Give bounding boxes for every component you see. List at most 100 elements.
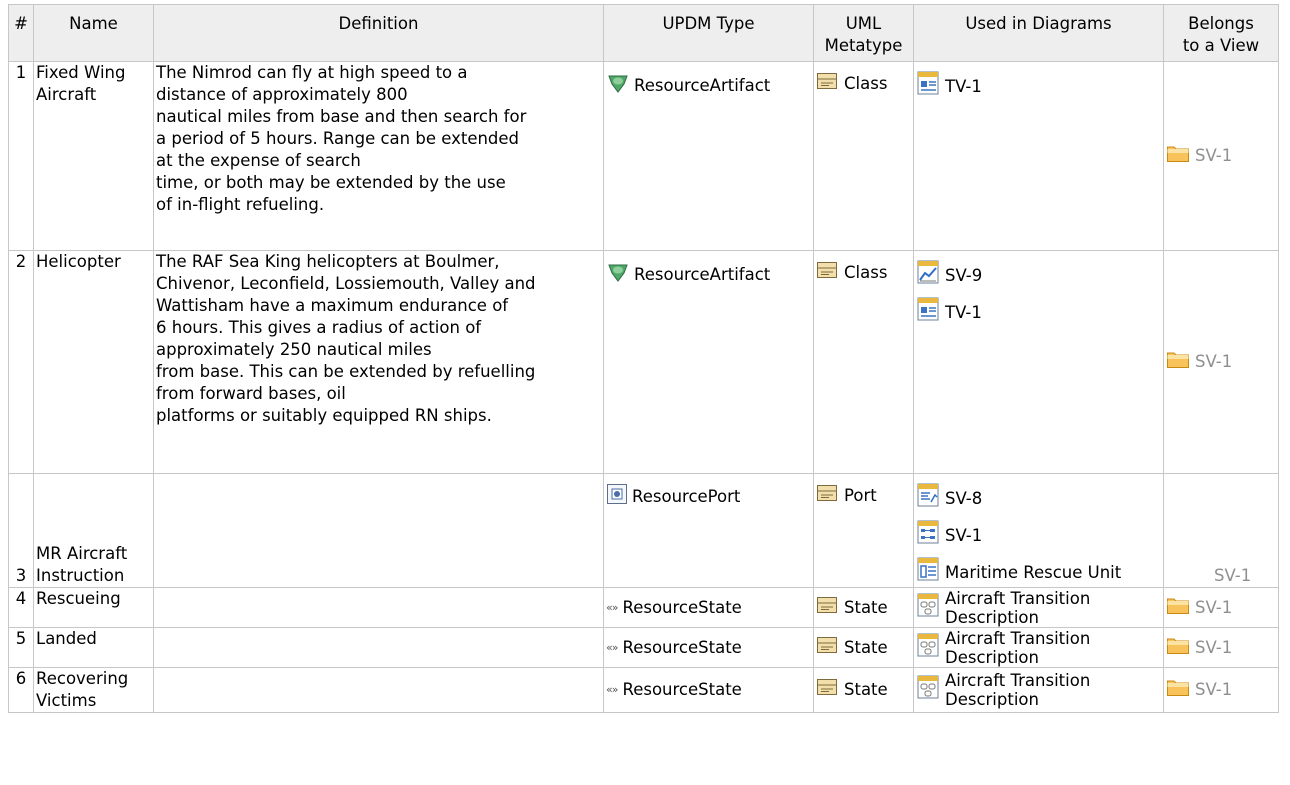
table-row[interactable]: 3 MR Aircraft Instruction ResourcePort Port… xyxy=(8,473,1279,588)
used-in-diagrams-cell[interactable]: Aircraft Transition Description xyxy=(913,667,1164,713)
diagram-link[interactable]: Aircraft Transition Description xyxy=(916,629,1161,667)
belongs-to-view-cell[interactable]: SV-1 xyxy=(1163,250,1279,474)
diagram-link[interactable]: Maritime Rescue Unit xyxy=(916,557,1161,587)
element-definition[interactable] xyxy=(153,667,604,713)
column-header-name[interactable]: Name xyxy=(33,4,154,62)
element-definition[interactable]: The RAF Sea King helicopters at Boulmer,… xyxy=(153,250,604,474)
updm-type-cell[interactable]: «» ResourceState xyxy=(603,587,814,628)
metatype-label: State xyxy=(844,597,888,617)
updm-type: «» ResourceState xyxy=(606,637,811,659)
uml-metatype: Port xyxy=(816,483,911,509)
uml-metatype-cell[interactable]: Port xyxy=(813,473,914,588)
belongs-to-view-cell[interactable]: SV-1 xyxy=(1163,473,1279,588)
diagram-label: Aircraft Transition Description xyxy=(945,671,1091,709)
diagram-label: TV-1 xyxy=(945,76,982,96)
element-name[interactable]: Helicopter xyxy=(33,250,154,474)
state-diagram-icon xyxy=(916,675,940,705)
updm-type: ResourceArtifact xyxy=(606,260,811,290)
uml-metatype-cell[interactable]: State xyxy=(813,667,914,713)
tv-diagram-icon xyxy=(916,297,940,327)
column-header-belongs-to-view[interactable]: Belongs to a View xyxy=(1163,4,1279,62)
table-diagram-icon xyxy=(916,557,940,587)
uml-metatype: Class xyxy=(816,71,911,97)
belongs-to-view-cell[interactable]: SV-1 xyxy=(1163,587,1279,628)
updm-type-cell[interactable]: ResourcePort xyxy=(603,473,814,588)
diagram-label: Aircraft Transition Description xyxy=(945,588,1091,627)
updm-type-cell[interactable]: ResourceArtifact xyxy=(603,250,814,474)
table-row[interactable]: 4 Rescueing «» ResourceState State Aircraft T… xyxy=(8,587,1279,628)
diagram-link[interactable]: TV-1 xyxy=(916,297,1161,327)
diagram-link[interactable]: SV-8 xyxy=(916,483,1161,513)
stereotype-icon: «» xyxy=(606,640,619,654)
diagram-link[interactable]: SV-9 xyxy=(916,260,1161,290)
element-definition[interactable]: The Nimrod can fly at high speed to a di… xyxy=(153,61,604,251)
uml-metatype: State xyxy=(816,595,911,621)
uml-metatype-cell[interactable]: Class xyxy=(813,61,914,251)
state-diagram-icon xyxy=(916,593,940,623)
diagram-link[interactable]: TV-1 xyxy=(916,71,1161,101)
class-icon xyxy=(816,71,838,97)
element-definition[interactable] xyxy=(153,627,604,668)
element-name[interactable]: Fixed Wing Aircraft xyxy=(33,61,154,251)
updm-type-cell[interactable]: ResourceArtifact xyxy=(603,61,814,251)
belongs-to-view-cell[interactable]: SV-1 xyxy=(1163,667,1279,713)
uml-metatype-cell[interactable]: Class xyxy=(813,250,914,474)
class-icon xyxy=(816,595,838,621)
table-row[interactable]: 2 Helicopter The RAF Sea King helicopters … xyxy=(8,250,1279,474)
table-row[interactable]: 5 Landed «» ResourceState State Aircraft Tran… xyxy=(8,627,1279,668)
row-number: 5 xyxy=(8,627,34,668)
class-icon xyxy=(816,483,838,509)
updm-type-label: ResourceArtifact xyxy=(634,265,771,284)
updm-type: «» ResourceState xyxy=(606,597,811,619)
view-link[interactable]: SV-1 xyxy=(1166,565,1276,587)
view-link[interactable]: SV-1 xyxy=(1166,595,1276,621)
updm-type-cell[interactable]: «» ResourceState xyxy=(603,667,814,713)
diagram-link[interactable]: Aircraft Transition Description xyxy=(916,589,1161,627)
updm-type-cell[interactable]: «» ResourceState xyxy=(603,627,814,668)
view-label: SV-1 xyxy=(1195,146,1233,165)
view-link[interactable]: SV-1 xyxy=(1166,677,1276,703)
row-number: 3 xyxy=(8,473,34,588)
belongs-to-view-cell[interactable]: SV-1 xyxy=(1163,627,1279,668)
column-header-uml-metatype[interactable]: UML Metatype xyxy=(813,4,914,62)
updm-type-label: ResourceState xyxy=(622,597,742,617)
column-header-updm-type[interactable]: UPDM Type xyxy=(603,4,814,62)
diagram-label: SV-8 xyxy=(945,488,983,508)
element-name[interactable]: Rescueing xyxy=(33,587,154,628)
uml-metatype-cell[interactable]: State xyxy=(813,587,914,628)
diagram-link[interactable]: Aircraft Transition Description xyxy=(916,671,1161,709)
uml-metatype: Class xyxy=(816,260,911,286)
used-in-diagrams-cell[interactable]: Aircraft Transition Description xyxy=(913,587,1164,628)
belongs-to-view-cell[interactable]: SV-1 xyxy=(1163,61,1279,251)
diagram-link[interactable]: SV-1 xyxy=(916,520,1161,550)
element-name[interactable]: Landed xyxy=(33,627,154,668)
table-row[interactable]: 1 Fixed Wing Aircraft The Nimrod can fly a… xyxy=(8,61,1279,251)
updm-type-label: ResourceArtifact xyxy=(634,76,771,95)
uml-metatype-cell[interactable]: State xyxy=(813,627,914,668)
uml-metatype: State xyxy=(816,677,911,703)
class-icon xyxy=(816,635,838,661)
view-link[interactable]: SV-1 xyxy=(1166,635,1276,661)
used-in-diagrams-cell[interactable]: TV-1 xyxy=(913,61,1164,251)
element-name[interactable]: MR Aircraft Instruction xyxy=(33,473,154,588)
used-in-diagrams-cell[interactable]: Aircraft Transition Description xyxy=(913,627,1164,668)
element-definition[interactable] xyxy=(153,587,604,628)
diagram-label: TV-1 xyxy=(945,302,982,322)
diagram-label: Maritime Rescue Unit xyxy=(945,562,1122,582)
table-row[interactable]: 6 Recovering Victims «» ResourceState State A… xyxy=(8,667,1279,713)
sv1-diagram-icon xyxy=(916,520,940,550)
updm-type: ResourceArtifact xyxy=(606,71,811,101)
sv8-diagram-icon xyxy=(916,483,940,513)
view-label: SV-1 xyxy=(1195,352,1233,371)
column-header-definition[interactable]: Definition xyxy=(153,4,604,62)
metatype-label: State xyxy=(844,680,888,699)
used-in-diagrams-cell[interactable]: SV-9 TV-1 xyxy=(913,250,1164,474)
column-header-used-in-diagrams[interactable]: Used in Diagrams xyxy=(913,4,1164,62)
column-header-num[interactable]: # xyxy=(8,4,34,62)
element-name[interactable]: Recovering Victims xyxy=(33,667,154,713)
stereotype-icon: «» xyxy=(606,683,619,696)
view-link[interactable]: SV-1 xyxy=(1166,349,1276,375)
used-in-diagrams-cell[interactable]: SV-8 SV-1 Maritime Rescue Unit xyxy=(913,473,1164,588)
view-link[interactable]: SV-1 xyxy=(1166,143,1276,169)
element-definition[interactable] xyxy=(153,473,604,588)
